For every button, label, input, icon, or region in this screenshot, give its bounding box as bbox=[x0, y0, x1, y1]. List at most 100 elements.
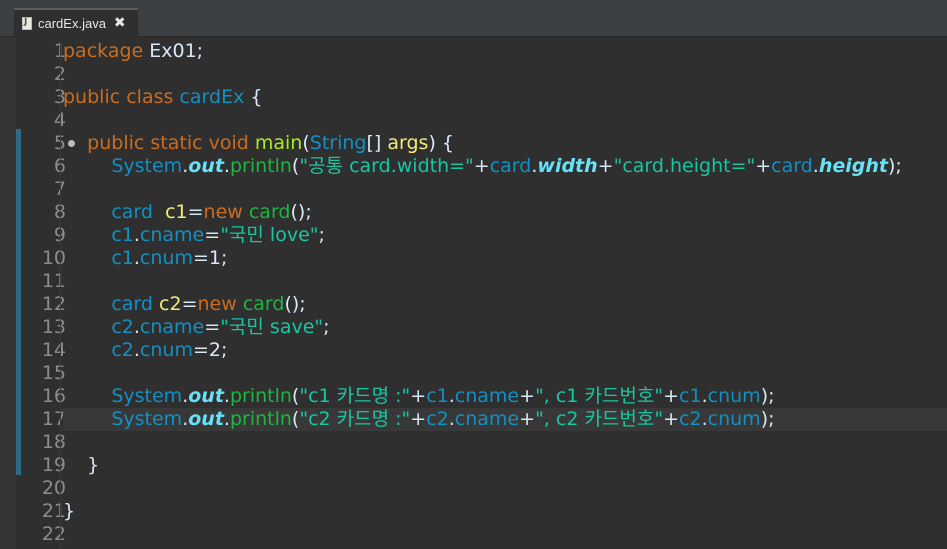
code-token: card bbox=[242, 293, 285, 315]
code-token: =2; bbox=[192, 339, 228, 361]
code-token: c2 bbox=[426, 408, 449, 430]
line-number: 16 bbox=[41, 385, 66, 407]
code-line[interactable]: public class cardEx { bbox=[63, 86, 947, 109]
code-line[interactable]: } bbox=[63, 500, 947, 523]
code-token: void bbox=[208, 132, 249, 154]
code-token: args bbox=[387, 132, 429, 154]
code-token: ); bbox=[887, 155, 902, 177]
line-number: 2 bbox=[34, 63, 66, 86]
code-line[interactable]: c1.cnum=1; bbox=[63, 247, 947, 270]
code-token: println bbox=[229, 408, 292, 430]
code-token: ", c2 카드번호" bbox=[535, 408, 664, 430]
line-number: 21 bbox=[41, 500, 66, 522]
code-token: package bbox=[63, 40, 144, 62]
code-token: } bbox=[63, 454, 100, 476]
code-token: card bbox=[489, 155, 532, 177]
code-token: "국민 love" bbox=[220, 224, 319, 246]
code-line[interactable] bbox=[63, 63, 947, 86]
code-line[interactable] bbox=[63, 270, 947, 293]
code-line[interactable] bbox=[63, 431, 947, 454]
line-number: 13 bbox=[41, 316, 66, 338]
code-token: System bbox=[111, 408, 183, 430]
tab-label: cardEx.java bbox=[38, 15, 106, 31]
code-token: cname bbox=[454, 385, 520, 407]
code-token: ) { bbox=[428, 132, 454, 154]
code-line[interactable]: card c2=new card(); bbox=[63, 293, 947, 316]
gutter-divider bbox=[60, 37, 61, 549]
code-line[interactable]: } bbox=[63, 454, 947, 477]
code-token: public bbox=[87, 132, 145, 154]
code-token: + bbox=[410, 408, 427, 430]
line-number: 7 bbox=[34, 178, 66, 201]
java-file-icon bbox=[22, 16, 32, 30]
code-token: + bbox=[755, 155, 772, 177]
code-token: + bbox=[410, 385, 427, 407]
code-line[interactable]: System.out.println("공통 card.width="+card… bbox=[63, 155, 947, 178]
code-line[interactable]: public static void main(String[] args) { bbox=[63, 132, 947, 155]
code-area[interactable]: package Ex01; public class cardEx { publi… bbox=[63, 37, 947, 549]
code-editor[interactable]: 12345678910111213141516171819202122 pack… bbox=[0, 37, 947, 549]
code-token: c1 bbox=[165, 201, 188, 223]
code-token: card bbox=[248, 201, 291, 223]
code-token: c1 bbox=[679, 385, 702, 407]
line-number: 8 bbox=[34, 201, 66, 224]
code-token: cnum bbox=[139, 339, 193, 361]
code-line[interactable]: System.out.println("c1 카드명 :"+c1.cname+"… bbox=[63, 385, 947, 408]
code-token: out bbox=[188, 155, 224, 177]
code-token: main bbox=[254, 132, 303, 154]
code-token: + bbox=[663, 408, 680, 430]
code-token: new bbox=[197, 293, 237, 315]
code-token: out bbox=[188, 408, 224, 430]
code-line[interactable]: c2.cnum=2; bbox=[63, 339, 947, 362]
code-line[interactable]: card c1=new card(); bbox=[63, 201, 947, 224]
code-token: height bbox=[818, 155, 888, 177]
close-tab-icon[interactable]: ✖ bbox=[114, 15, 126, 31]
code-token: } bbox=[63, 500, 76, 522]
code-token: out bbox=[188, 385, 224, 407]
code-line[interactable] bbox=[63, 178, 947, 201]
code-token: cardEx bbox=[179, 86, 245, 108]
line-number: 4 bbox=[34, 109, 66, 132]
code-line[interactable] bbox=[63, 477, 947, 500]
code-token: ); bbox=[760, 408, 775, 430]
code-token: cnum bbox=[139, 247, 193, 269]
code-token: [] bbox=[366, 132, 388, 154]
code-token: { bbox=[244, 86, 263, 108]
code-token: (); bbox=[290, 201, 312, 223]
eclipse-editor-window: cardEx.java ✖ 12345678910111213141516171… bbox=[0, 0, 947, 549]
code-line[interactable] bbox=[63, 362, 947, 385]
line-number: 14 bbox=[41, 339, 66, 361]
line-number: 15 bbox=[41, 362, 66, 384]
line-number: 18 bbox=[41, 431, 66, 453]
code-line[interactable]: System.out.println("c2 카드명 :"+c2.cname+"… bbox=[63, 408, 947, 431]
code-line[interactable] bbox=[63, 523, 947, 546]
code-line[interactable]: c1.cname="국민 love"; bbox=[63, 224, 947, 247]
overview-ruler bbox=[0, 37, 16, 549]
code-line[interactable]: c2.cname="국민 save"; bbox=[63, 316, 947, 339]
code-line[interactable]: package Ex01; bbox=[63, 40, 947, 63]
line-number: 17 bbox=[41, 408, 66, 430]
line-number: 22 bbox=[41, 523, 66, 545]
tab-cardex-java[interactable]: cardEx.java ✖ bbox=[14, 8, 138, 36]
line-number: 9 bbox=[34, 224, 66, 247]
code-token: card bbox=[771, 155, 813, 177]
code-token: class bbox=[126, 86, 174, 108]
code-token: c2 bbox=[159, 293, 182, 315]
code-token: println bbox=[229, 155, 292, 177]
code-line[interactable] bbox=[63, 109, 947, 132]
line-number: 20 bbox=[41, 477, 66, 499]
code-token: "국민 save" bbox=[220, 316, 324, 338]
code-token: = bbox=[187, 201, 204, 223]
code-token: + bbox=[597, 155, 614, 177]
change-marker-bar bbox=[16, 129, 21, 475]
code-token: static bbox=[150, 132, 203, 154]
line-number: 19 bbox=[41, 454, 66, 476]
